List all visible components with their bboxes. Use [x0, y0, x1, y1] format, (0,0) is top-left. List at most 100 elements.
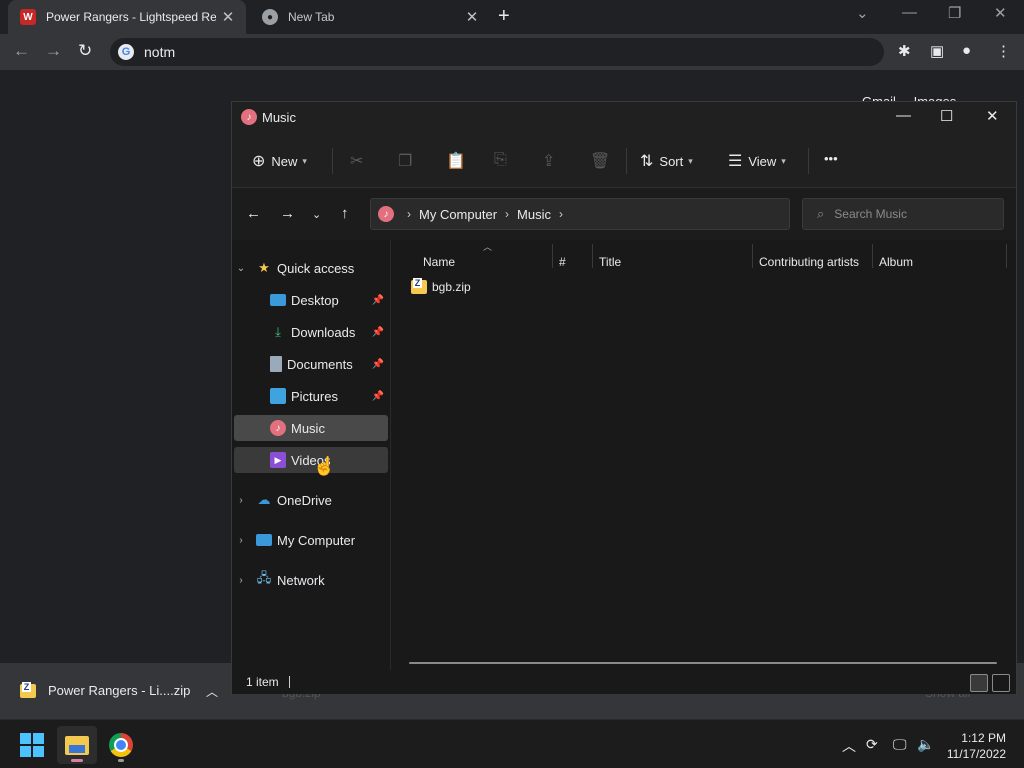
- nav-desktop[interactable]: Desktop 📌: [234, 287, 388, 313]
- computer-icon: [256, 534, 272, 546]
- delete-button[interactable]: 🗑: [590, 151, 616, 171]
- see-more-button[interactable]: •••: [824, 151, 838, 166]
- download-item[interactable]: Power Rangers - Li....zip: [20, 681, 190, 698]
- extensions-icon[interactable]: ✱: [898, 42, 911, 60]
- up-icon[interactable]: ↑: [341, 205, 349, 222]
- horizontal-scrollbar[interactable]: [409, 662, 997, 664]
- menu-icon[interactable]: ⋮: [996, 42, 1011, 60]
- trash-icon: 🗑: [590, 153, 611, 170]
- nav-documents[interactable]: Documents 📌: [234, 351, 388, 377]
- pin-icon[interactable]: 📌: [372, 295, 384, 306]
- sort-button[interactable]: ⇅ Sort ▾: [640, 151, 693, 171]
- pin-icon[interactable]: 📌: [372, 391, 384, 402]
- sort-icon: ⇅: [640, 153, 654, 170]
- column-title[interactable]: Title: [599, 255, 621, 269]
- hand-cursor-icon: ☝: [313, 456, 336, 476]
- nav-label: My Computer: [277, 532, 356, 548]
- view-button[interactable]: ☰ View ▾: [728, 151, 786, 171]
- new-button[interactable]: ⊕ New ▾: [252, 151, 307, 171]
- start-button[interactable]: [20, 733, 44, 757]
- browser-tab-power-rangers[interactable]: W Power Rangers - Lightspeed Resc ✕: [8, 0, 246, 34]
- file-row[interactable]: bgb.zip: [411, 278, 471, 294]
- rename-button[interactable]: ⎘: [494, 151, 513, 169]
- chevron-right-icon[interactable]: ›: [234, 575, 248, 586]
- tab-search-icon[interactable]: ⌄: [856, 4, 869, 22]
- close-tab-icon[interactable]: ✕: [216, 8, 240, 26]
- zip-folder-icon: [411, 278, 427, 294]
- copy-button[interactable]: ❐: [398, 151, 418, 171]
- nav-videos[interactable]: ▶ Videos: [234, 447, 388, 473]
- close-icon[interactable]: ✕: [994, 4, 1007, 22]
- chrome-favicon-icon: ●: [262, 9, 278, 25]
- chevron-down-icon[interactable]: ⌄: [234, 263, 248, 274]
- more-icon: •••: [824, 151, 838, 166]
- cut-button[interactable]: ✂: [350, 151, 369, 171]
- chevron-right-icon[interactable]: ›: [234, 495, 248, 506]
- sync-icon[interactable]: ⟳: [866, 736, 878, 753]
- chevron-right-icon[interactable]: ›: [407, 207, 411, 221]
- nav-label: Desktop: [291, 292, 339, 308]
- nav-onedrive[interactable]: › ☁ OneDrive: [234, 487, 388, 513]
- file-explorer-taskbar-button[interactable]: [57, 726, 97, 764]
- file-list: ︿ Name # Title Contributing artists Albu…: [391, 240, 1016, 670]
- network-icon[interactable]: 🖵: [893, 736, 907, 753]
- details-view-icon[interactable]: [970, 674, 988, 692]
- item-count: 1 item: [246, 675, 279, 689]
- maximize-icon[interactable]: ☐: [940, 107, 953, 125]
- window-titlebar[interactable]: ♪ Music — ☐ ✕: [232, 102, 1016, 132]
- restore-icon[interactable]: ❐: [948, 4, 961, 22]
- chevron-down-icon: ▾: [302, 155, 307, 166]
- forward-icon[interactable]: →: [45, 41, 62, 61]
- forward-icon[interactable]: →: [280, 205, 295, 222]
- paste-button[interactable]: 📋: [446, 151, 472, 171]
- profile-icon[interactable]: ●: [962, 42, 971, 59]
- browser-toolbar: ← → ↻ G notm ✱ ▣ ● ⋮: [0, 34, 1024, 70]
- nav-label: Music: [291, 420, 325, 436]
- breadcrumb-music[interactable]: Music: [517, 207, 551, 222]
- file-name: bgb.zip: [432, 280, 471, 294]
- close-icon[interactable]: ✕: [986, 107, 999, 125]
- search-box[interactable]: ⌕ Search Music: [802, 198, 1004, 230]
- new-tab-button[interactable]: +: [498, 5, 510, 28]
- volume-icon[interactable]: 🔈: [917, 736, 934, 753]
- cloud-icon: ☁: [257, 492, 271, 507]
- pin-icon[interactable]: 📌: [372, 359, 384, 370]
- side-panel-icon[interactable]: ▣: [930, 42, 944, 60]
- nav-label: Quick access: [277, 260, 355, 276]
- reload-icon[interactable]: ↻: [78, 41, 92, 61]
- pin-icon[interactable]: 📌: [372, 327, 384, 338]
- recent-locations-icon[interactable]: ⌄: [312, 208, 321, 221]
- browser-tab-new-tab[interactable]: ● New Tab ✕: [250, 0, 490, 34]
- column-album[interactable]: Album: [879, 255, 913, 269]
- share-button[interactable]: ⇪: [542, 151, 561, 171]
- nav-downloads[interactable]: ⤓ Downloads 📌: [234, 319, 388, 345]
- column-contributing-artists[interactable]: Contributing artists: [759, 255, 859, 269]
- minimize-icon[interactable]: —: [896, 107, 911, 124]
- video-icon: ▶: [270, 452, 286, 468]
- column-name[interactable]: Name: [423, 255, 455, 269]
- close-tab-icon[interactable]: ✕: [460, 8, 484, 26]
- address-bar[interactable]: ♪ › My Computer › Music › ⌄ ↻: [370, 198, 917, 232]
- chevron-right-icon[interactable]: ›: [234, 535, 248, 546]
- chevron-up-icon[interactable]: ︿: [842, 736, 856, 756]
- omnibox-text[interactable]: notm: [144, 44, 175, 60]
- nav-my-computer[interactable]: › My Computer: [234, 527, 388, 553]
- omnibox[interactable]: G notm: [110, 38, 884, 66]
- breadcrumb-my-computer[interactable]: My Computer: [419, 207, 497, 222]
- minimize-icon[interactable]: —: [902, 4, 917, 21]
- nav-pictures[interactable]: Pictures 📌: [234, 383, 388, 409]
- column-number[interactable]: #: [559, 255, 566, 269]
- chevron-right-icon[interactable]: ›: [559, 207, 563, 221]
- back-icon[interactable]: ←: [246, 205, 261, 222]
- nav-network[interactable]: › 🖧 Network: [234, 567, 388, 593]
- nav-label: Pictures: [291, 388, 338, 404]
- tiles-view-icon[interactable]: [992, 674, 1010, 692]
- nav-quick-access[interactable]: ⌄ ★ Quick access: [234, 255, 388, 281]
- chrome-taskbar-button[interactable]: [101, 726, 141, 764]
- nav-music[interactable]: ♪ Music: [234, 415, 388, 441]
- chrome-icon: [109, 733, 133, 757]
- chevron-right-icon[interactable]: ›: [505, 207, 509, 221]
- back-icon[interactable]: ←: [13, 41, 30, 61]
- chevron-up-icon[interactable]: ︿: [206, 683, 218, 700]
- clock[interactable]: 1:12 PM 11/17/2022: [940, 730, 1006, 762]
